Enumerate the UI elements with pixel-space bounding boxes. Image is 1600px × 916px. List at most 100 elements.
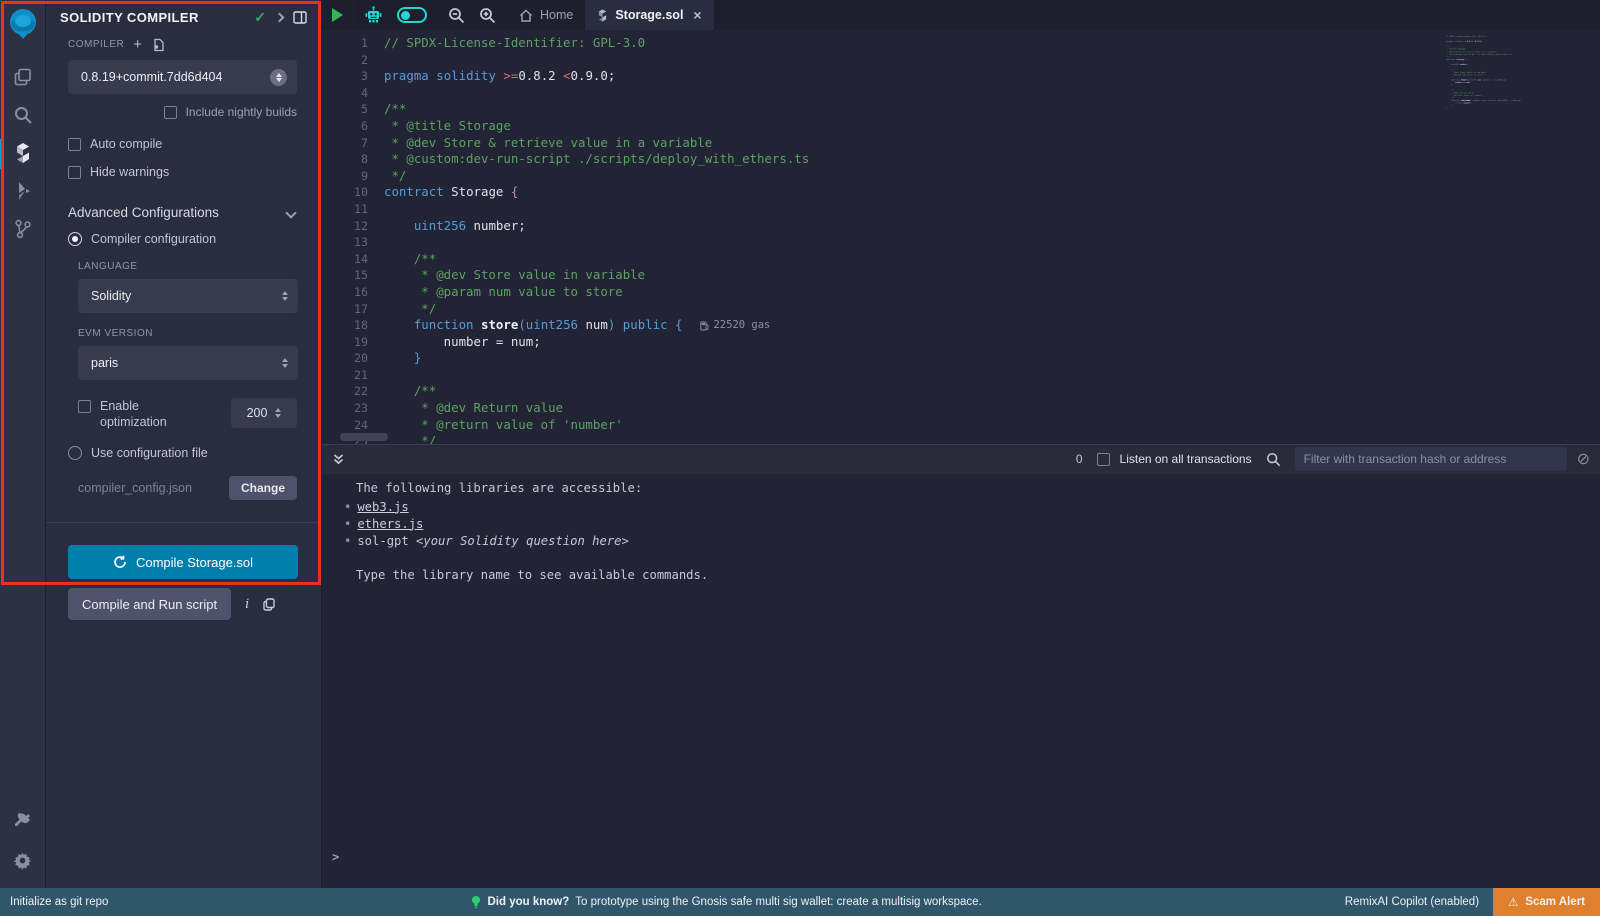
horizontal-scrollbar-thumb[interactable] <box>340 433 388 441</box>
line-number: 5 <box>322 101 384 118</box>
copy-icon[interactable] <box>263 598 275 611</box>
code-line: } <box>1446 107 1538 110</box>
bullet: • <box>344 516 351 533</box>
terminal-search-icon[interactable] <box>1266 452 1281 467</box>
line-number: 14 <box>322 251 384 268</box>
use-configuration-file-radio[interactable] <box>68 446 82 460</box>
bullet: • <box>344 533 351 550</box>
tab-storage-sol[interactable]: Storage.sol × <box>585 0 713 30</box>
line-number: 20 <box>322 350 384 367</box>
code-line: function store(uint256 num) public {2252… <box>384 317 1600 334</box>
add-compiler-icon[interactable]: + <box>133 36 142 53</box>
refresh-icon <box>113 555 127 569</box>
code-line <box>384 234 1600 251</box>
zoom-out-icon[interactable] <box>448 7 465 24</box>
tab-home[interactable]: Home <box>507 0 585 30</box>
pin-panel-icon[interactable] <box>293 11 307 24</box>
select-updown-icon <box>282 358 288 368</box>
evm-version-select[interactable]: paris <box>78 346 298 380</box>
code-line: uint256 number; <box>384 218 1600 235</box>
code-line: /** <box>384 251 1600 268</box>
language-select[interactable]: Solidity <box>78 279 298 313</box>
gas-estimate: 22520 gas <box>1495 79 1506 82</box>
minimap[interactable]: // SPDX-License-Identifier: GPL-3.0pragm… <box>1446 35 1538 165</box>
remix-logo-icon[interactable] <box>6 7 40 41</box>
file-explorer-icon[interactable] <box>0 67 45 87</box>
tab-home-label: Home <box>540 8 573 22</box>
minimap-content: // SPDX-License-Identifier: GPL-3.0pragm… <box>1446 35 1538 110</box>
code-editor[interactable]: 1234567891011121314151617181920212223242… <box>322 30 1600 444</box>
line-number: 18 <box>322 317 384 334</box>
compiler-configuration-radio[interactable] <box>68 232 82 246</box>
line-number: 16 <box>322 284 384 301</box>
line-number: 4 <box>322 85 384 102</box>
terminal-prompt[interactable]: > <box>332 849 339 866</box>
tip-text: To prototype using the Gnosis safe multi… <box>575 896 982 908</box>
compile-and-run-button[interactable]: Compile and Run script <box>68 588 231 620</box>
scam-alert-button[interactable]: ⚠ Scam Alert <box>1493 888 1600 916</box>
change-config-button[interactable]: Change <box>229 476 297 500</box>
copilot-status[interactable]: RemixAI Copilot (enabled) <box>1345 896 1479 908</box>
settings-gear-icon[interactable] <box>0 851 45 870</box>
listen-transactions-checkbox[interactable] <box>1097 453 1110 466</box>
terminal-output[interactable]: The following libraries are accessible: … <box>322 474 1600 889</box>
code-line <box>384 52 1600 69</box>
home-icon <box>519 9 533 22</box>
code-line <box>384 367 1600 384</box>
auto-compile-checkbox[interactable] <box>68 138 81 151</box>
code-line: * @title Storage <box>384 118 1600 135</box>
code-line: } <box>384 350 1600 367</box>
listen-transactions-label: Listen on all transactions <box>1120 452 1252 466</box>
line-number: 2 <box>322 52 384 69</box>
line-number: 21 <box>322 367 384 384</box>
ai-robot-icon[interactable] <box>364 6 383 24</box>
terminal-help: Type the library name to see available c… <box>344 567 1600 584</box>
code-lines: // SPDX-License-Identifier: GPL-3.0pragm… <box>384 35 1600 444</box>
compiler-version-select[interactable]: 0.8.19+commit.7dd6d404 <box>68 60 297 94</box>
tab-storage-label: Storage.sol <box>615 8 683 22</box>
ethers-link[interactable]: ethers.js <box>357 516 423 533</box>
advanced-configurations-toggle[interactable]: Advanced Configurations <box>68 205 297 220</box>
tip-title: Did you know? <box>487 896 569 908</box>
panel-forward-chevron-icon[interactable] <box>276 14 283 21</box>
code-line: * @dev Return value <box>384 400 1600 417</box>
web3-link[interactable]: web3.js <box>357 499 408 516</box>
close-tab-icon[interactable]: × <box>693 7 701 23</box>
solidity-compiler-icon[interactable] <box>0 143 45 163</box>
activity-bar <box>0 0 46 888</box>
evm-version-value: paris <box>91 356 282 370</box>
terminal-collapse-icon[interactable] <box>332 453 345 466</box>
transaction-count: 0 <box>1076 452 1083 466</box>
include-nightly-label: Include nightly builds <box>186 105 297 119</box>
chevron-down-icon <box>285 207 296 218</box>
line-number: 24 <box>322 417 384 434</box>
git-init-button[interactable]: Initialize as git repo <box>0 896 108 908</box>
code-line: * @return value of 'number' <box>384 417 1600 434</box>
lightbulb-icon <box>471 895 481 909</box>
git-icon[interactable] <box>0 219 45 239</box>
language-label: LANGUAGE <box>78 261 297 272</box>
optimization-runs-input[interactable]: 200 <box>231 398 297 428</box>
enable-optimization-checkbox[interactable] <box>78 400 91 413</box>
did-you-know-tip: Did you know? To prototype using the Gno… <box>108 895 1344 909</box>
compile-button-label: Compile Storage.sol <box>136 555 253 570</box>
deploy-run-icon[interactable] <box>0 181 45 201</box>
include-nightly-checkbox[interactable] <box>164 106 177 119</box>
block-icon[interactable]: ⊘ <box>1577 449 1590 469</box>
run-script-play-icon[interactable] <box>332 8 343 22</box>
transaction-filter-input[interactable] <box>1295 447 1567 471</box>
sol-gpt-label: sol-gpt <your Solidity question here> <box>357 533 629 550</box>
compile-button[interactable]: Compile Storage.sol <box>68 545 298 579</box>
hide-warnings-checkbox[interactable] <box>68 166 81 179</box>
code-line: * @dev Store value in variable <box>384 267 1600 284</box>
search-icon[interactable] <box>0 105 45 125</box>
open-file-icon[interactable] <box>152 38 165 52</box>
plugin-manager-icon[interactable] <box>0 812 45 831</box>
copilot-toggle[interactable] <box>397 7 427 23</box>
advanced-configurations-title: Advanced Configurations <box>68 205 287 220</box>
info-icon[interactable]: i <box>245 597 249 612</box>
compiler-section-label: COMPILER <box>68 39 124 50</box>
zoom-in-icon[interactable] <box>479 7 496 24</box>
code-line: /** <box>384 383 1600 400</box>
optimization-runs-value: 200 <box>247 406 268 420</box>
